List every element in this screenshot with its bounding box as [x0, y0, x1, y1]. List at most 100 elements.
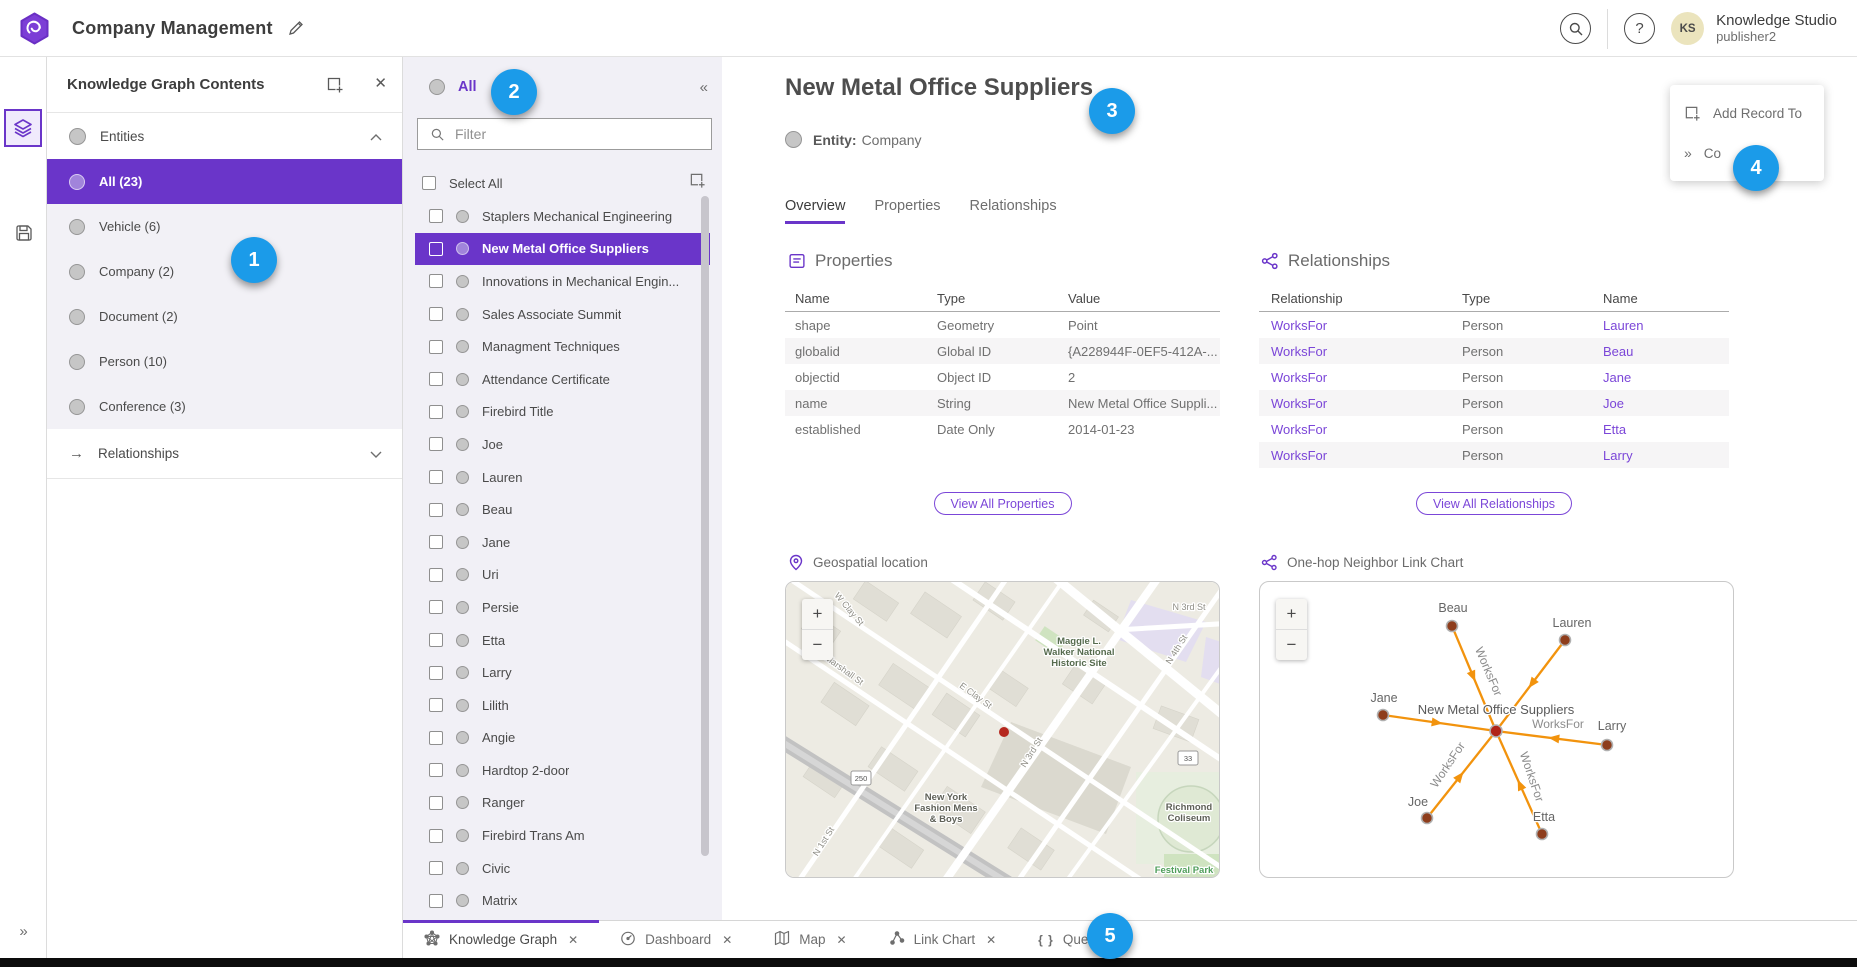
zoom-out-button[interactable]: − [802, 630, 833, 660]
expand-rail-icon[interactable]: » [0, 923, 47, 940]
record-checkbox[interactable] [429, 242, 443, 256]
record-checkbox[interactable] [429, 437, 443, 451]
record-new-metal-office-suppliers[interactable]: New Metal Office Suppliers [415, 233, 710, 266]
record-checkbox[interactable] [429, 470, 443, 484]
map-card[interactable]: 25033 W Clay StW Marshall StE Clay StN 3… [785, 581, 1220, 878]
chevron-down-icon[interactable] [370, 445, 382, 463]
record-checkbox[interactable] [429, 731, 443, 745]
record-staplers-mechanical-engineering[interactable]: Staplers Mechanical Engineering [415, 200, 710, 233]
table-link[interactable]: Jane [1591, 370, 1729, 385]
entity-type-document-2[interactable]: Document (2) [47, 294, 402, 339]
record-checkbox[interactable] [429, 763, 443, 777]
entity-type-all-23[interactable]: All (23) [47, 159, 402, 204]
table-link[interactable]: WorksFor [1259, 318, 1450, 333]
record-checkbox[interactable] [429, 405, 443, 419]
table-link[interactable]: WorksFor [1259, 396, 1450, 411]
entity-type-company-2[interactable]: Company (2) [47, 249, 402, 294]
entity-type-conference-3[interactable]: Conference (3) [47, 384, 402, 429]
view-all-relationships-button[interactable]: View All Relationships [1416, 492, 1572, 515]
record-checkbox[interactable] [429, 568, 443, 582]
table-link[interactable]: WorksFor [1259, 344, 1450, 359]
view-all-properties-button[interactable]: View All Properties [934, 492, 1072, 515]
table-link[interactable]: Lauren [1591, 318, 1729, 333]
record-civic[interactable]: Civic [415, 852, 710, 885]
add-record-icon[interactable] [689, 172, 706, 194]
filter-input[interactable] [453, 125, 711, 143]
help-button[interactable]: ? [1624, 13, 1655, 44]
close-panel-icon[interactable]: ✕ [374, 74, 387, 92]
record-checkbox[interactable] [429, 209, 443, 223]
record-checkbox[interactable] [429, 274, 443, 288]
node-larry[interactable] [1602, 740, 1613, 751]
menu-item-add-record-to[interactable]: Add Record To [1670, 93, 1824, 133]
tab-link-chart[interactable]: Link Chart✕ [868, 921, 1018, 958]
record-checkbox[interactable] [429, 666, 443, 680]
record-joe[interactable]: Joe [415, 428, 710, 461]
record-ranger[interactable]: Ranger [415, 787, 710, 820]
table-link[interactable]: Joe [1591, 396, 1729, 411]
record-angie[interactable]: Angie [415, 722, 710, 755]
close-tab-icon[interactable]: ✕ [722, 933, 732, 947]
node-lauren[interactable] [1560, 635, 1571, 646]
zoom-out-button[interactable]: − [1276, 630, 1307, 660]
record-beau[interactable]: Beau [415, 493, 710, 526]
select-all-checkbox[interactable] [422, 176, 436, 190]
record-jane[interactable]: Jane [415, 526, 710, 559]
collapse-panel-icon[interactable]: « [700, 79, 708, 96]
record-checkbox[interactable] [429, 796, 443, 810]
detail-tab-properties[interactable]: Properties [874, 198, 940, 224]
node-center[interactable] [1490, 725, 1502, 737]
close-tab-icon[interactable]: ✕ [568, 933, 578, 947]
avatar[interactable]: KS [1671, 12, 1704, 45]
table-link[interactable]: WorksFor [1259, 422, 1450, 437]
record-hardtop-2-door[interactable]: Hardtop 2-door [415, 754, 710, 787]
table-link[interactable]: WorksFor [1259, 370, 1450, 385]
add-record-icon[interactable] [326, 76, 344, 99]
record-attendance-certificate[interactable]: Attendance Certificate [415, 363, 710, 396]
record-persie[interactable]: Persie [415, 591, 710, 624]
record-checkbox[interactable] [429, 829, 443, 843]
tab-knowledge-graph[interactable]: Knowledge Graph✕ [403, 921, 599, 958]
table-link[interactable]: WorksFor [1259, 448, 1450, 463]
record-larry[interactable]: Larry [415, 656, 710, 689]
zoom-in-button[interactable]: + [1276, 599, 1307, 629]
table-link[interactable]: Larry [1591, 448, 1729, 463]
record-sales-associate-summit[interactable]: Sales Associate Summit [415, 298, 710, 331]
record-lilith[interactable]: Lilith [415, 689, 710, 722]
record-checkbox[interactable] [429, 340, 443, 354]
node-jane[interactable] [1378, 710, 1389, 721]
node-beau[interactable] [1447, 621, 1458, 632]
record-checkbox[interactable] [429, 894, 443, 908]
record-checkbox[interactable] [429, 372, 443, 386]
record-uri[interactable]: Uri [415, 559, 710, 592]
record-checkbox[interactable] [429, 535, 443, 549]
record-matrix[interactable]: Matrix [415, 884, 710, 917]
close-tab-icon[interactable]: ✕ [837, 933, 847, 947]
edit-title-icon[interactable] [288, 19, 305, 41]
record-firebird-trans-am[interactable]: Firebird Trans Am [415, 819, 710, 852]
entities-group-header[interactable]: Entities [47, 114, 402, 159]
layers-icon[interactable] [4, 109, 42, 147]
detail-tab-relationships[interactable]: Relationships [970, 198, 1057, 224]
record-lauren[interactable]: Lauren [415, 461, 710, 494]
save-icon[interactable] [0, 224, 47, 242]
record-checkbox[interactable] [429, 503, 443, 517]
list-scrollbar[interactable] [701, 196, 709, 856]
map[interactable]: 25033 W Clay StW Marshall StE Clay StN 3… [786, 582, 1219, 877]
record-innovations-in-mechanical-engin[interactable]: Innovations in Mechanical Engin... [415, 265, 710, 298]
relationships-group-header[interactable]: → Relationships [47, 429, 402, 479]
record-checkbox[interactable] [429, 698, 443, 712]
zoom-in-button[interactable]: + [802, 599, 833, 629]
map-marker[interactable] [999, 727, 1009, 737]
table-link[interactable]: Beau [1591, 344, 1729, 359]
node-etta[interactable] [1537, 829, 1548, 840]
search-button[interactable] [1560, 13, 1591, 44]
tab-map[interactable]: Map✕ [753, 921, 867, 958]
close-tab-icon[interactable]: ✕ [986, 933, 996, 947]
detail-tab-overview[interactable]: Overview [785, 198, 845, 224]
link-chart[interactable]: WorksForWorksForWorksForWorksForBeauLaur… [1260, 582, 1733, 877]
tab-dashboard[interactable]: Dashboard✕ [599, 921, 753, 958]
record-managment-techniques[interactable]: Managment Techniques [415, 330, 710, 363]
record-checkbox[interactable] [429, 861, 443, 875]
record-firebird-title[interactable]: Firebird Title [415, 396, 710, 429]
